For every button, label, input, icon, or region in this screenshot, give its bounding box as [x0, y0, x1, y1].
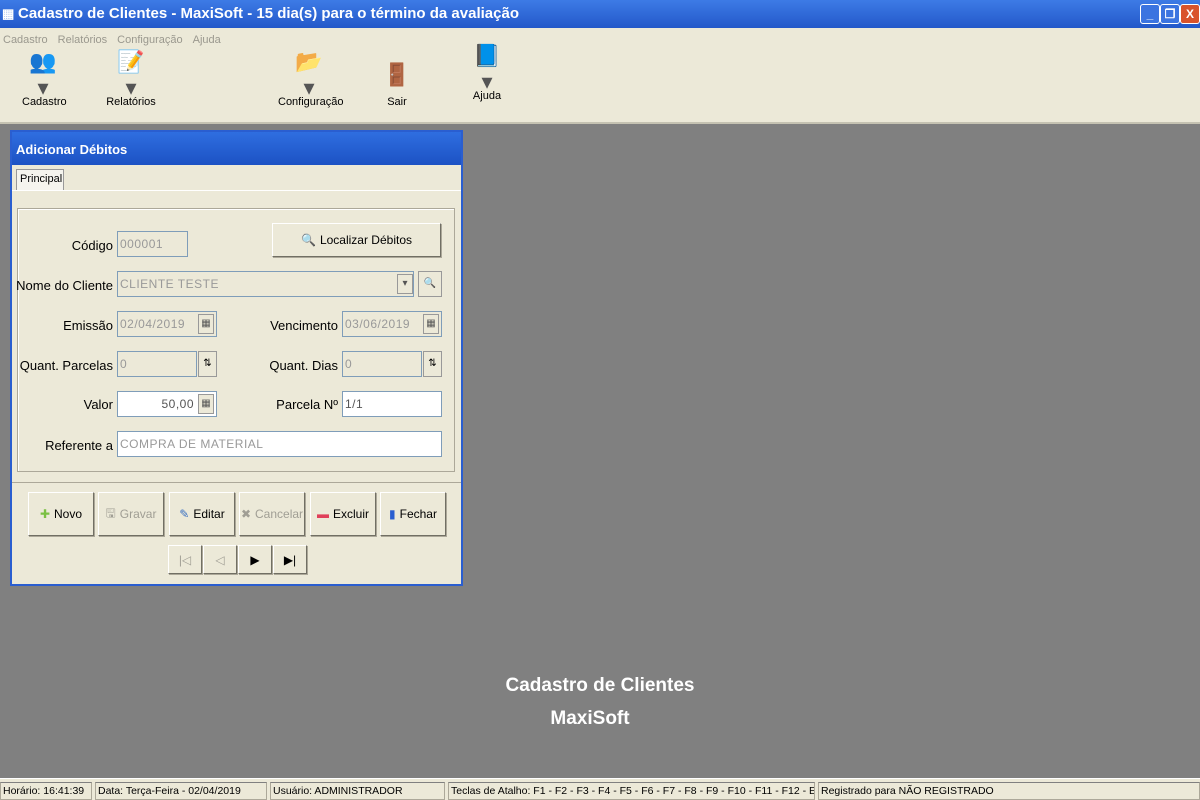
localizar-debitos-button[interactable]: 🔍 Localizar Débitos [272, 223, 441, 257]
x-icon: ✖ [240, 507, 252, 521]
toolbar-label: Ajuda [472, 90, 502, 102]
toolbar-configuracao[interactable]: 📂▾ Configuração [278, 49, 344, 108]
search-icon: 🔍 [301, 233, 316, 247]
editar-button[interactable]: ✎ Editar [169, 492, 235, 536]
dias-field[interactable]: 0 [342, 351, 422, 377]
window-title: Cadastro de Clientes - MaxiSoft - 15 dia… [18, 5, 519, 22]
button-label: Cancelar [255, 507, 304, 521]
search-cliente-button[interactable]: 🔍 [418, 271, 442, 297]
floppy-icon: 🖫 [105, 505, 116, 520]
spinner-icon[interactable]: ⇅ [423, 351, 442, 377]
prev-record-button[interactable]: ◁ [203, 545, 237, 574]
status-data: Data: Terça-Feira - 02/04/2019 [95, 782, 267, 800]
status-bar: Horário: 16:41:39 Data: Terça-Feira - 02… [0, 778, 1200, 800]
menu-configuracao[interactable]: Configuração [117, 34, 182, 46]
tab-divider [12, 190, 461, 191]
dias-label: Quant. Dias [269, 358, 338, 373]
divider [12, 482, 461, 483]
minus-icon: ▬ [316, 507, 329, 521]
toolbar-label: Sair [387, 96, 407, 108]
title-bar: ▦ Cadastro de Clientes - MaxiSoft - 15 d… [0, 0, 1200, 28]
config-icon: 📂▾ [295, 49, 323, 100]
help-book-icon: 📘▾ [473, 43, 501, 94]
brand-line1: Cadastro de Clientes [505, 675, 695, 696]
button-label: Localizar Débitos [319, 233, 412, 247]
menu-bar: Cadastro Relatórios Configuração Ajuda [0, 28, 1200, 52]
pencil-icon: ✎ [179, 507, 190, 521]
people-icon: 👥▾ [29, 49, 57, 100]
brand-line2: MaxiSoft [550, 708, 630, 729]
calendar-icon[interactable]: ▦ [423, 314, 439, 334]
parcelas-label: Quant. Parcelas [19, 358, 113, 373]
door-icon: ▮ [389, 507, 396, 521]
toolbar-cadastro[interactable]: 👥▾ Cadastro [22, 49, 67, 108]
toolbar-ajuda[interactable]: 📘▾ Ajuda [468, 43, 506, 102]
report-icon: 📝▾ [117, 49, 145, 100]
button-label: Editar [193, 507, 225, 521]
valor-label: Valor [83, 397, 113, 412]
status-teclas: Teclas de Atalho: F1 - F2 - F3 - F4 - F5… [448, 782, 815, 800]
cliente-label: Nome do Cliente [16, 278, 113, 293]
toolbar-label: Cadastro [22, 96, 67, 108]
dialog-title: Adicionar Débitos [12, 132, 461, 165]
gravar-button[interactable]: 🖫 Gravar [98, 492, 164, 536]
emissao-label: Emissão [63, 318, 113, 333]
restore-button[interactable]: ❐ [1160, 4, 1180, 24]
button-label: Excluir [332, 507, 369, 521]
button-label: Gravar [119, 507, 157, 521]
calendar-icon[interactable]: ▦ [198, 314, 214, 334]
novo-button[interactable]: ✚ Novo [28, 492, 94, 536]
next-icon: ▶ [250, 552, 260, 567]
vencimento-label: Vencimento [270, 318, 338, 333]
button-label: Novo [54, 507, 83, 521]
first-icon: |◁ [178, 552, 192, 567]
prev-icon: ◁ [215, 552, 225, 567]
adicionar-debitos-dialog: Adicionar Débitos Principal Código 00000… [10, 130, 463, 586]
toolbar-label: Configuração [278, 96, 344, 108]
status-registro: Registrado para NÃO REGISTRADO [818, 782, 1200, 800]
parcela-n-label: Parcela Nº [276, 397, 338, 412]
close-button[interactable]: X [1180, 4, 1200, 24]
status-hora: Horário: 16:41:39 [0, 782, 92, 800]
next-record-button[interactable]: ▶ [238, 545, 272, 574]
referente-field[interactable]: COMPRA DE MATERIAL [117, 431, 442, 457]
cliente-select[interactable]: CLIENTE TESTE [117, 271, 414, 297]
plus-icon: ✚ [39, 507, 51, 521]
codigo-label: Código [71, 238, 113, 253]
exit-door-icon: 🚪 [383, 62, 411, 87]
menu-ajuda[interactable]: Ajuda [193, 34, 221, 46]
toolbar-label: Relatórios [106, 96, 156, 108]
first-record-button[interactable]: |◁ [168, 545, 202, 574]
toolbar-relatorios[interactable]: 📝▾ Relatórios [105, 49, 157, 108]
app-icon: ▦ [2, 6, 15, 21]
menu-relatorios[interactable]: Relatórios [58, 34, 108, 46]
button-label: Fechar [399, 507, 437, 521]
status-usuario: Usuário: ADMINISTRADOR [270, 782, 445, 800]
menu-cadastro[interactable]: Cadastro [3, 34, 48, 46]
toolbar: 👥▾ Cadastro 📝▾ Relatórios 📂▾ Configuração 🚪… [0, 43, 1200, 124]
excluir-button[interactable]: ▬ Excluir [310, 492, 376, 536]
cancelar-button[interactable]: ✖ Cancelar [239, 492, 305, 536]
codigo-field[interactable]: 000001 [117, 231, 188, 257]
parcela-n-field[interactable]: 1/1 [342, 391, 442, 417]
referente-label: Referente a [45, 438, 113, 453]
spinner-icon[interactable]: ⇅ [198, 351, 217, 377]
fechar-button[interactable]: ▮ Fechar [380, 492, 446, 536]
toolbar-sair[interactable]: 🚪 Sair [382, 58, 412, 108]
calculator-icon[interactable]: ▦ [198, 394, 214, 414]
last-record-button[interactable]: ▶| [273, 545, 307, 574]
parcelas-field[interactable]: 0 [117, 351, 197, 377]
last-icon: ▶| [283, 552, 297, 567]
chevron-down-icon[interactable]: ▾ [397, 274, 413, 294]
tab-principal[interactable]: Principal [16, 169, 64, 190]
minimize-button[interactable]: _ [1140, 4, 1160, 24]
